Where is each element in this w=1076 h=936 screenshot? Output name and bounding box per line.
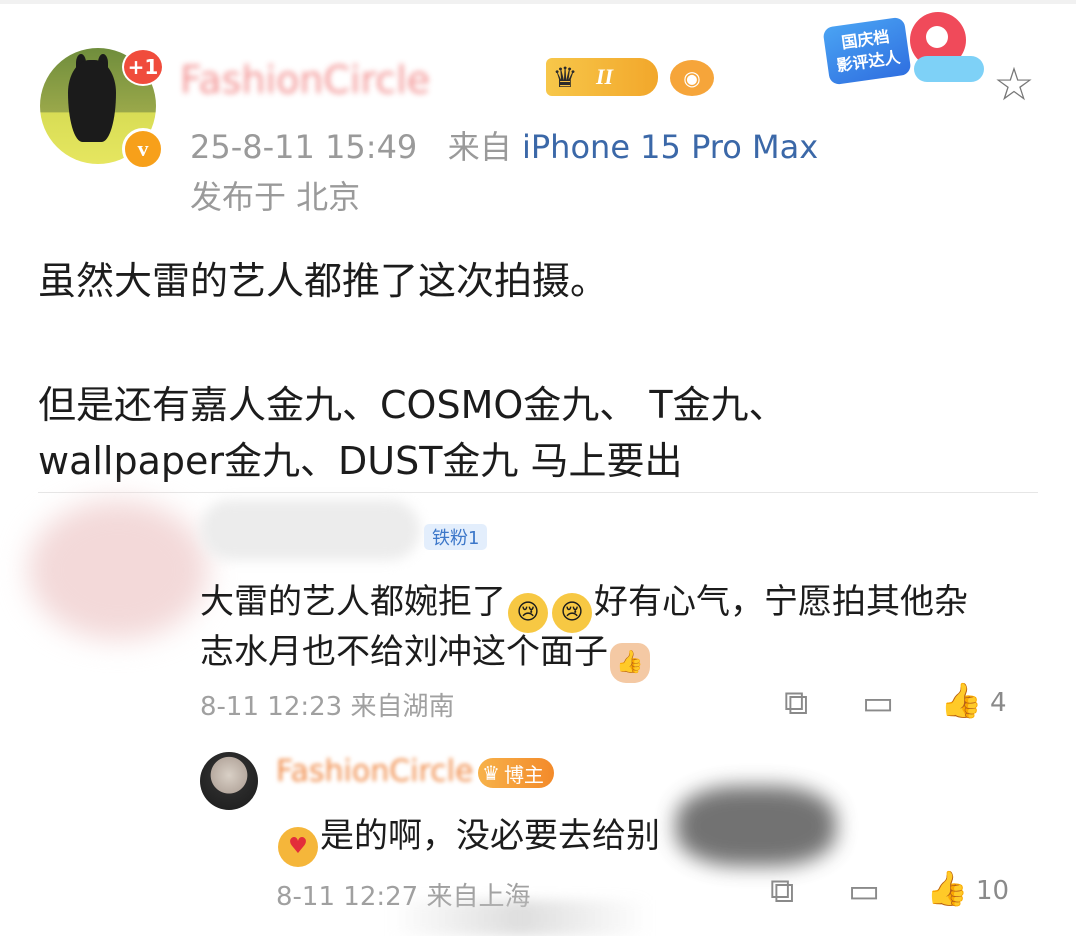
fish-icon[interactable]: ◉ [670,60,714,96]
post-body-line: 但是还有嘉人金九、COSMO金九、 T金九、 [38,383,787,427]
commenter-name[interactable] [200,500,420,560]
verified-badge: v [122,128,164,170]
comment-icon[interactable]: ▭ [862,686,894,720]
author-name[interactable]: FashionCircle [180,58,530,100]
commenter-avatar[interactable] [28,500,208,640]
redaction-scribble [676,786,836,866]
host-badge: ♛ 博主 [478,758,554,788]
like-count: 4 [990,688,1007,718]
like-count: 10 [976,876,1010,906]
post-time: 25-8-11 15:49 [190,128,418,166]
crown-icon: ♛ [552,60,578,94]
heart-eyes-emoji-icon: ♥ [278,827,318,867]
watermark [390,900,650,936]
post-body-line: wallpaper金九、DUST金九 马上要出 [38,439,683,483]
star-icon[interactable]: ☆ [990,60,1038,108]
event-badge[interactable]: 国庆档 影评达人 [818,10,988,92]
post-device[interactable]: iPhone 15 Pro Max [522,128,818,166]
comment-meta: 8-11 12:23 来自湖南 [200,692,455,722]
event-tag: 国庆档 影评达人 [822,16,912,86]
thumbs-up-emoji-icon: 👍 [610,643,650,683]
share-icon[interactable]: ⧉ [770,874,794,908]
reply-avatar[interactable] [200,752,258,810]
vip-badge[interactable]: ♛ II [546,58,658,96]
avatar-horse [68,60,116,142]
top-border [0,0,1076,4]
post-body-line: 虽然大雷的艺人都推了这次拍摄。 [38,259,609,303]
from-label: 来自 [447,128,512,166]
reply-author-name[interactable]: FashionCircle [276,754,473,789]
post-meta: 25-8-11 15:49 来自 iPhone 15 Pro Max [190,122,818,168]
fan-badge: 铁粉1 [424,524,488,550]
comment-icon[interactable]: ▭ [848,874,880,908]
share-icon[interactable]: ⧉ [784,686,808,720]
follow-count-badge: +1 [122,48,164,86]
comment-text-line2: 志水月也不给刘冲这个面子 👍 [200,624,652,683]
post-location: 发布于 北京 [190,178,361,216]
crown-icon: ♛ [482,761,500,785]
divider [38,492,1038,493]
vip-level: II [596,64,614,89]
thumbs-up-icon[interactable]: 👍 [940,684,982,718]
reply-text: ♥ 是的啊，没必要去给别 [276,808,660,867]
thumbs-up-icon[interactable]: 👍 [926,872,968,906]
cloud-icon [914,56,984,82]
